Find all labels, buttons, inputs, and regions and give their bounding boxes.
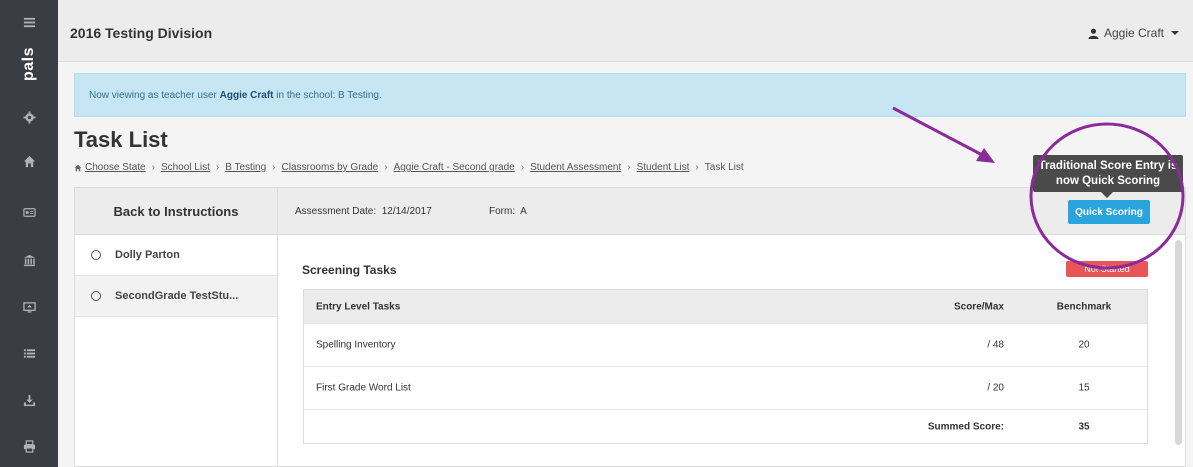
summed-row: Summed Score: 35 xyxy=(304,410,1147,443)
sidebar: pals xyxy=(0,0,58,467)
print-icon[interactable] xyxy=(0,432,58,460)
alert-suffix: in the school: B Testing. xyxy=(273,90,382,101)
breadcrumb-classroom[interactable]: Aggie Craft - Second grade xyxy=(394,162,515,173)
student-name: Dolly Parton xyxy=(115,249,180,261)
top-navbar: 2016 Testing Division Aggie Craft xyxy=(58,0,1193,62)
arrowhead-icon xyxy=(976,148,995,163)
annotation-tooltip: Traditional Score Entry is now Quick Sco… xyxy=(1033,155,1183,198)
tooltip-line-2: now Quick Scoring xyxy=(1055,175,1161,187)
task-benchmark: 20 xyxy=(1078,339,1090,351)
assessment-date: Assessment Date: 12/14/2017 xyxy=(295,206,432,217)
student-name: SecondGrade TestStu... xyxy=(115,290,239,302)
section-title: Screening Tasks xyxy=(302,263,397,277)
table-row[interactable]: Spelling Inventory / 48 20 xyxy=(304,324,1147,367)
breadcrumb-separator: › xyxy=(520,162,525,173)
breadcrumb: Choose State › School List › B Testing › Cl… xyxy=(74,162,744,173)
column-header: Score/Max xyxy=(953,301,1004,312)
alert-user: Aggie Craft xyxy=(219,90,274,101)
date-label: Assessment Date: xyxy=(295,206,377,217)
breadcrumb-separator: › xyxy=(384,162,388,173)
task-name: Spelling Inventory xyxy=(316,339,396,351)
task-benchmark: 15 xyxy=(1078,382,1090,394)
download-icon[interactable] xyxy=(0,386,58,414)
status-badge: Not Started xyxy=(1066,261,1148,277)
page-title: Task List xyxy=(74,127,168,152)
chevron-down-icon xyxy=(1171,31,1179,35)
breadcrumb-current: Task List xyxy=(704,162,744,173)
scrollbar[interactable] xyxy=(1175,240,1182,445)
summed-value: 35 xyxy=(1078,421,1090,432)
radio-button[interactable] xyxy=(91,291,101,301)
column-header: Entry Level Tasks xyxy=(316,301,401,312)
breadcrumb-separator: › xyxy=(272,162,276,173)
student-item[interactable]: SecondGrade TestStu... xyxy=(75,276,277,317)
breadcrumb-separator: › xyxy=(151,162,155,173)
assessment-info-bar: Assessment Date: 12/14/2017 Form: A Quic… xyxy=(278,188,1185,235)
table-header: Entry Level Tasks Score/Max Benchmark xyxy=(304,290,1147,324)
table-row[interactable]: First Grade Word List / 20 15 xyxy=(304,367,1147,410)
tooltip-line-1: Traditional Score Entry is xyxy=(1038,160,1178,172)
id-card-icon[interactable] xyxy=(0,198,58,226)
student-panel: Back to Instructions Dolly Parton Second… xyxy=(74,187,278,467)
form-value: A xyxy=(520,206,527,217)
task-panel: Assessment Date: 12/14/2017 Form: A Quic… xyxy=(278,187,1186,467)
breadcrumb-choose-state[interactable]: Choose State xyxy=(85,162,146,173)
monitor-icon[interactable] xyxy=(0,293,58,321)
task-score: / 48 xyxy=(987,339,1004,351)
form-label: Form: xyxy=(489,206,516,217)
user-name: Aggie Craft xyxy=(1103,26,1164,40)
institution-icon[interactable] xyxy=(0,246,58,274)
assessment-form: Form: A xyxy=(489,206,527,217)
breadcrumb-school-list[interactable]: School List xyxy=(161,162,210,173)
summed-label: Summed Score: xyxy=(927,421,1004,432)
menu-icon[interactable] xyxy=(0,8,58,36)
date-value: 12/14/2017 xyxy=(381,206,432,217)
back-to-instructions-button[interactable]: Back to Instructions xyxy=(75,188,277,235)
list-icon[interactable] xyxy=(0,339,58,367)
breadcrumb-separator: › xyxy=(695,162,699,173)
task-score: / 20 xyxy=(987,382,1004,394)
breadcrumb-separator: › xyxy=(627,162,631,173)
alert-prefix: Now viewing as teacher user xyxy=(89,90,220,101)
user-icon xyxy=(1088,28,1099,39)
pals-logo[interactable]: pals xyxy=(14,44,44,84)
student-item[interactable]: Dolly Parton xyxy=(75,235,277,276)
breadcrumb-student-assessment[interactable]: Student Assessment xyxy=(530,162,621,173)
info-alert: Now viewing as teacher user Aggie Craft … xyxy=(74,73,1186,117)
radio-button[interactable] xyxy=(91,250,101,260)
breadcrumb-b-testing[interactable]: B Testing xyxy=(225,162,266,173)
quick-scoring-button[interactable]: Quick Scoring xyxy=(1068,200,1150,224)
home-icon[interactable] xyxy=(0,147,58,175)
user-menu[interactable]: Aggie Craft xyxy=(1088,26,1179,40)
division-title: 2016 Testing Division xyxy=(70,25,213,41)
tasks-table: Entry Level Tasks Score/Max Benchmark Sp… xyxy=(303,289,1148,444)
logo-text: pals xyxy=(20,46,38,82)
breadcrumb-classrooms[interactable]: Classrooms by Grade xyxy=(282,162,379,173)
breadcrumb-separator: › xyxy=(215,162,220,173)
gear-icon[interactable] xyxy=(0,103,58,131)
home-icon xyxy=(74,164,82,171)
column-header: Benchmark xyxy=(1056,301,1112,312)
task-name: First Grade Word List xyxy=(316,382,411,394)
breadcrumb-student-list[interactable]: Student List xyxy=(637,162,690,173)
